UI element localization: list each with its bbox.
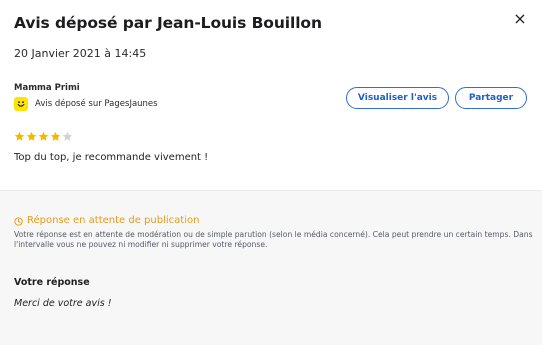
- review-section: Avis déposé par Jean-Louis Bouillon × 20…: [0, 0, 542, 190]
- star-filled-icon: [50, 131, 61, 141]
- view-review-button[interactable]: Visualiser l'avis: [346, 87, 449, 109]
- star-filled-icon: [14, 131, 25, 141]
- star-filled-icon: [38, 131, 49, 141]
- star-empty-icon: [62, 131, 73, 141]
- response-label: Votre réponse: [14, 277, 90, 288]
- star-filled-icon: [26, 131, 37, 141]
- review-date: 20 Janvier 2021 à 14:45: [14, 47, 147, 60]
- pending-status: Réponse en attente de publication: [14, 211, 199, 230]
- pending-status-title: Réponse en attente de publication: [27, 215, 200, 226]
- clock-icon: [14, 211, 23, 230]
- star-rating: [14, 131, 73, 142]
- review-modal: Avis déposé par Jean-Louis Bouillon × 20…: [0, 0, 542, 345]
- review-source: Avis déposé sur PagesJaunes: [14, 97, 158, 111]
- response-text: Merci de votre avis !: [14, 298, 112, 309]
- share-button[interactable]: Partager: [455, 87, 527, 109]
- review-text: Top du top, je recommande vivement !: [14, 152, 209, 163]
- establishment-name: Mamma Primi: [14, 83, 80, 93]
- close-icon[interactable]: ×: [513, 10, 527, 28]
- review-source-label: Avis déposé sur PagesJaunes: [35, 99, 158, 109]
- modal-title: Avis déposé par Jean-Louis Bouillon: [14, 14, 322, 32]
- pending-status-text: Votre réponse est en attente de modérati…: [14, 230, 533, 249]
- pagesjaunes-smiley-icon: [14, 97, 28, 111]
